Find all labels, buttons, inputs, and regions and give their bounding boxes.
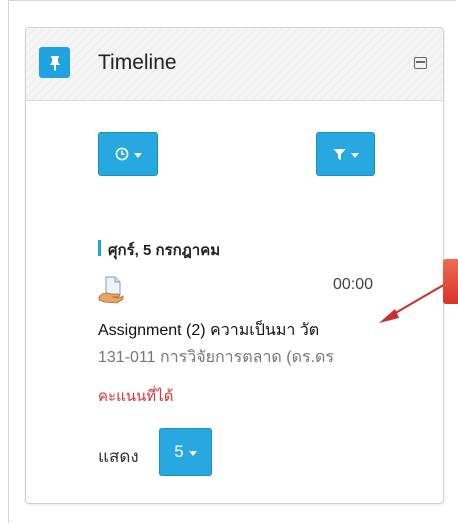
annotation-arrow [379, 259, 458, 323]
